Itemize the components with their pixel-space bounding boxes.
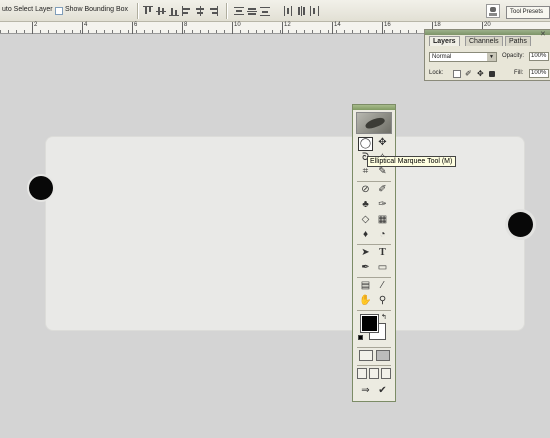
- edit-in-imageready-icon[interactable]: ⇒: [358, 384, 373, 398]
- layers-panel: Layers Channels Paths Normal ▼ Opacity: …: [424, 29, 550, 81]
- ruler-label: 12: [284, 22, 291, 28]
- slice-tool-icon[interactable]: ✎: [375, 165, 390, 179]
- eyedropper-tool-icon[interactable]: ⁄: [375, 279, 390, 293]
- options-separator: [226, 3, 227, 19]
- tab-paths[interactable]: Paths: [505, 36, 531, 46]
- left-hole-shape[interactable]: [29, 176, 53, 200]
- elliptical-marquee-tool-icon[interactable]: ◯: [358, 137, 373, 151]
- brush-tool-icon[interactable]: ✐: [375, 183, 390, 197]
- distribute-bottom-icon[interactable]: [260, 6, 270, 16]
- history-brush-tool-icon[interactable]: ✑: [375, 198, 390, 212]
- align-left-icon[interactable]: [182, 6, 192, 16]
- auto-select-layer-label[interactable]: uto Select Layer: [2, 6, 53, 13]
- align-right-icon[interactable]: [208, 6, 218, 16]
- crop-tool-icon[interactable]: ⌗: [358, 165, 373, 179]
- standard-screen-mode-icon[interactable]: [357, 368, 367, 379]
- jump-to-icon[interactable]: ✔: [375, 384, 390, 398]
- foreground-color-swatch[interactable]: [360, 314, 379, 333]
- default-colors-icon[interactable]: [358, 335, 363, 340]
- align-horizontal-center-icon[interactable]: [195, 6, 205, 16]
- ruler-label: 16: [384, 22, 391, 28]
- swap-colors-icon[interactable]: ↰: [381, 313, 387, 321]
- right-hole-shape[interactable]: [508, 212, 533, 237]
- show-bounding-box-label[interactable]: Show Bounding Box: [65, 6, 128, 13]
- ruler-label: 18: [434, 22, 441, 28]
- tab-layers[interactable]: Layers: [429, 36, 460, 46]
- opacity-field[interactable]: 100%: [529, 52, 549, 61]
- chevron-down-icon[interactable]: ▼: [487, 53, 496, 61]
- quick-mask-mode-icon[interactable]: [376, 350, 390, 361]
- ruler-label: 20: [484, 22, 491, 28]
- full-screen-mode-icon[interactable]: [381, 368, 391, 379]
- layers-panel-titlebar[interactable]: [425, 30, 550, 35]
- canvas-area[interactable]: [0, 35, 550, 438]
- full-screen-menu-mode-icon[interactable]: [369, 368, 379, 379]
- tab-channels[interactable]: Channels: [465, 36, 503, 46]
- ruler-label: 2: [34, 22, 38, 28]
- ruler-label: 4: [84, 22, 88, 28]
- toolbox-logo[interactable]: [356, 112, 392, 134]
- options-separator: [137, 3, 138, 19]
- fill-field[interactable]: 100%: [529, 69, 549, 78]
- healing-brush-tool-icon[interactable]: ⊘: [358, 183, 373, 197]
- blur-tool-icon[interactable]: ♦: [358, 228, 373, 242]
- options-bar: uto Select Layer Show Bounding Box Tool …: [0, 0, 550, 22]
- pen-tool-icon[interactable]: ✒: [358, 261, 373, 275]
- distribute-left-icon[interactable]: [283, 6, 293, 16]
- notes-tool-icon[interactable]: ▤: [358, 279, 373, 293]
- align-top-icon[interactable]: [143, 6, 153, 16]
- toolbox: ◯ ✥ ᘐ ✧ ⌗ ✎ ⊘ ✐ ♣ ✑ ◇ ▦ ♦ ◔ ➤ T ✒ ▭ ▤ ⁄ …: [352, 104, 396, 402]
- gradient-tool-icon[interactable]: ▦: [375, 213, 390, 227]
- hand-tool-icon[interactable]: ✋: [358, 294, 373, 308]
- path-selection-tool-icon[interactable]: ➤: [358, 246, 373, 260]
- toolbox-titlebar[interactable]: [353, 105, 395, 110]
- lock-all-icon[interactable]: [489, 71, 495, 77]
- ruler-label: 6: [134, 22, 138, 28]
- eraser-tool-icon[interactable]: ◇: [358, 213, 373, 227]
- lock-position-icon[interactable]: ✥: [477, 70, 485, 78]
- distribute-horizontal-center-icon[interactable]: [296, 6, 306, 16]
- ruler-label: 8: [184, 22, 188, 28]
- align-bottom-icon[interactable]: [169, 6, 179, 16]
- tool-tooltip: Elliptical Marquee Tool (M): [367, 156, 456, 167]
- zoom-tool-icon[interactable]: ⚲: [375, 294, 390, 308]
- align-vertical-center-icon[interactable]: [156, 6, 166, 16]
- show-bounding-box-checkbox[interactable]: [55, 7, 63, 15]
- type-tool-icon[interactable]: T: [375, 246, 390, 260]
- distribute-right-icon[interactable]: [309, 6, 319, 16]
- brush-palette-icon[interactable]: [486, 4, 500, 18]
- panel-close-icon[interactable]: ✕: [540, 30, 546, 38]
- dodge-tool-icon[interactable]: ◔: [375, 228, 390, 242]
- blend-mode-value: Normal: [432, 54, 452, 60]
- lock-transparency-icon[interactable]: [453, 70, 461, 78]
- blend-mode-select[interactable]: Normal ▼: [429, 52, 497, 62]
- ruler-label: 14: [334, 22, 341, 28]
- fill-label: Fill:: [514, 70, 524, 76]
- shape-tool-icon[interactable]: ▭: [375, 261, 390, 275]
- lock-label: Lock:: [429, 70, 444, 76]
- lock-pixels-icon[interactable]: ✐: [465, 70, 473, 78]
- clone-stamp-tool-icon[interactable]: ♣: [358, 198, 373, 212]
- move-tool-icon[interactable]: ✥: [375, 136, 390, 150]
- opacity-label: Opacity:: [502, 53, 525, 59]
- distribute-vertical-center-icon[interactable]: [247, 6, 257, 16]
- standard-mode-icon[interactable]: [359, 350, 373, 361]
- tool-presets-tab[interactable]: Tool Presets: [506, 6, 550, 19]
- ruler-label: 10: [234, 22, 241, 28]
- distribute-top-icon[interactable]: [234, 6, 244, 16]
